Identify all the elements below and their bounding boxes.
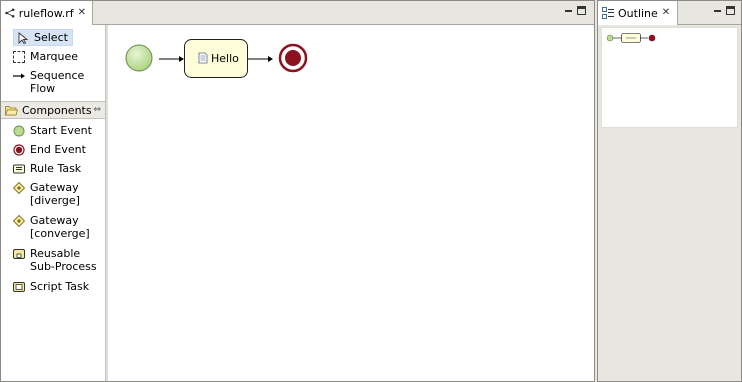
subprocess-icon [13, 249, 25, 259]
editor-tab[interactable]: ruleflow.rf ✕ [1, 1, 93, 25]
marquee-icon [13, 51, 25, 63]
diagram-canvas[interactable]: Hello [108, 25, 594, 381]
gateway-converge-icon [13, 215, 25, 227]
minimize-icon[interactable] [564, 6, 573, 15]
task-document-icon [198, 52, 208, 64]
outline-tab-bar: Outline ✕ [598, 1, 741, 25]
end-event-node[interactable] [278, 43, 308, 73]
start-event-node[interactable] [125, 44, 153, 72]
components-drawer-header[interactable]: Components ⇔ [1, 101, 105, 119]
sequence-flow-connection[interactable] [159, 56, 184, 62]
outline-thumbnail[interactable] [601, 27, 738, 128]
maximize-icon[interactable] [577, 6, 586, 15]
minimize-icon[interactable] [713, 6, 722, 15]
gateway-diverge-icon [13, 182, 25, 194]
palette-item-label: Gateway [diverge] [30, 181, 80, 207]
folder-open-icon [5, 105, 18, 115]
palette-item-label: Script Task [30, 280, 90, 293]
task-label: Hello [211, 52, 239, 65]
sequence-flow-connection[interactable] [248, 56, 273, 62]
script-task-icon [13, 282, 25, 292]
palette-item-start-event[interactable]: Start Event [13, 124, 92, 137]
collapse-icon[interactable]: ⇔ [93, 105, 101, 115]
start-event-icon [13, 125, 25, 137]
palette-item-label: Start Event [30, 124, 92, 137]
ruleflow-editor: ruleflow.rf ✕ Select Marquee Sequence Fl… [0, 0, 595, 382]
palette-item-label: Rule Task [30, 162, 82, 175]
maximize-icon[interactable] [726, 6, 735, 15]
select-arrow-icon [18, 32, 29, 44]
palette-tool-select[interactable]: Select [13, 29, 73, 46]
editor-tab-label: ruleflow.rf [18, 6, 74, 20]
palette-item-gateway-converge[interactable]: Gateway [converge] [13, 214, 93, 240]
rule-task-icon [13, 164, 25, 174]
connection-arrow-icon [13, 73, 25, 79]
ruleflow-file-icon [5, 8, 15, 18]
components-drawer-label: Components [22, 103, 92, 117]
outline-tab-label: Outline [618, 6, 658, 20]
palette-item-label: Reusable Sub-Process [30, 247, 97, 273]
outline-tab[interactable]: Outline ✕ [598, 1, 678, 25]
palette-item-reusable-subprocess[interactable]: Reusable Sub-Process [13, 247, 103, 273]
palette-item-label: Gateway [converge] [30, 214, 90, 240]
palette-item-end-event[interactable]: End Event [13, 143, 86, 156]
palette-item-script-task[interactable]: Script Task [13, 280, 89, 293]
close-icon[interactable]: ✕ [78, 8, 86, 18]
palette-tool-sequence-flow[interactable]: Sequence Flow [13, 69, 93, 95]
end-event-icon [13, 144, 25, 156]
palette-tool-label: Marquee [30, 50, 79, 63]
palette-item-gateway-diverge[interactable]: Gateway [diverge] [13, 181, 85, 207]
editor-tab-bar: ruleflow.rf ✕ [1, 1, 594, 25]
palette-item-label: End Event [30, 143, 86, 156]
close-icon[interactable]: ✕ [662, 8, 670, 18]
outline-view: Outline ✕ [597, 0, 742, 382]
palette-tool-marquee[interactable]: Marquee [13, 50, 78, 63]
outline-icon [602, 7, 614, 19]
task-node-hello[interactable]: Hello [184, 39, 248, 78]
palette-tool-label: Sequence Flow [30, 69, 85, 95]
palette: Select Marquee Sequence Flow Components … [1, 25, 105, 381]
palette-tool-label: Select [34, 31, 68, 44]
palette-item-rule-task[interactable]: Rule Task [13, 162, 81, 175]
